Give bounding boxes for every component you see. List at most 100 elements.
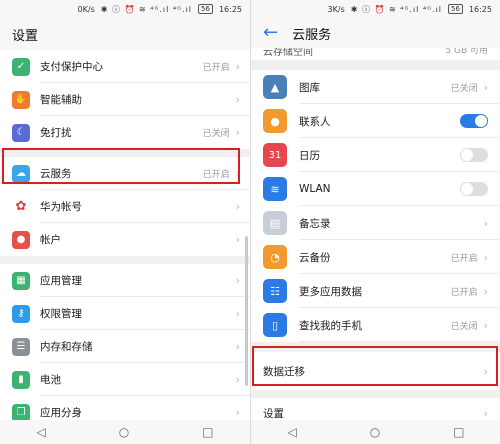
notes-icon: ▤ bbox=[263, 211, 287, 235]
hand-icon: ✋ bbox=[12, 90, 30, 109]
settings-item-huawei-id[interactable]: ✿ 华为帐号 › bbox=[0, 190, 250, 223]
chevron-right-icon: › bbox=[483, 250, 488, 264]
settings-item-smart-assist[interactable]: ✋ 智能辅助 › bbox=[0, 83, 250, 116]
nav-recent-icon[interactable]: □ bbox=[202, 425, 213, 439]
status-icons: ✱ ⓘ ⏰ ≋ ⁴ᴳ.ıl ⁴ᴳ.ıl bbox=[350, 4, 443, 14]
settings-item-label: 智能辅助 bbox=[40, 94, 82, 106]
page-title-bar: ← 云服务 bbox=[251, 18, 500, 48]
cloud-storage-value: 5 GB 可用 bbox=[445, 48, 488, 56]
nav-back-icon[interactable]: ◁ bbox=[287, 425, 296, 439]
contacts-toggle[interactable] bbox=[460, 114, 488, 128]
apps-grid-icon: ▦ bbox=[12, 271, 30, 290]
network-speed: 3K/s bbox=[327, 4, 345, 14]
cloud-sync-list: ▲ 图库 已关闭 › ● 联系人 31 日历 ≋ WLAN ▤ 备忘录 › ◔ … bbox=[251, 70, 500, 342]
settings-item-label: 应用分身 bbox=[40, 407, 82, 419]
calendar-toggle[interactable] bbox=[460, 148, 488, 162]
chevron-right-icon: › bbox=[235, 274, 240, 287]
sync-item-contacts[interactable]: ● 联系人 bbox=[251, 104, 500, 138]
sync-item-label: 日历 bbox=[299, 149, 320, 162]
sync-item-gallery[interactable]: ▲ 图库 已关闭 › bbox=[251, 70, 500, 104]
settings-item-label: 权限管理 bbox=[40, 308, 82, 320]
section-divider bbox=[251, 390, 500, 398]
sync-item-label: 图库 bbox=[299, 81, 320, 94]
nav-back-icon[interactable]: ◁ bbox=[36, 425, 45, 439]
network-speed: 0K/s bbox=[77, 4, 95, 14]
settings-group-1: ✓ 支付保护中心 已开启 › ✋ 智能辅助 › ☾ 免打扰 已关闭 › bbox=[0, 50, 250, 149]
settings-item-battery[interactable]: ▮ 电池 › bbox=[0, 363, 250, 396]
sync-item-calendar[interactable]: 31 日历 bbox=[251, 138, 500, 172]
cloud-storage-row[interactable]: 云存储空间 5 GB 可用 bbox=[251, 48, 500, 60]
sync-item-label: 联系人 bbox=[299, 115, 331, 128]
app-twin-icon: ❐ bbox=[12, 403, 30, 422]
nav-home-icon[interactable]: ○ bbox=[370, 425, 380, 439]
page-title: 设置 bbox=[12, 28, 39, 44]
section-divider bbox=[0, 256, 250, 264]
settings-item-memory-storage[interactable]: ☰ 内存和存储 › bbox=[0, 330, 250, 363]
navigation-bar: ◁ ○ □ bbox=[0, 420, 250, 444]
wlan-toggle[interactable] bbox=[460, 182, 488, 196]
settings-item-label: 内存和存储 bbox=[40, 341, 93, 353]
clock: 16:25 bbox=[468, 4, 492, 14]
storage-icon: ☰ bbox=[12, 337, 30, 356]
settings-item-label: 免打扰 bbox=[40, 127, 72, 139]
sync-item-find-my-phone[interactable]: ▯ 查找我的手机 已关闭 › bbox=[251, 308, 500, 342]
sync-item-label: WLAN bbox=[299, 183, 331, 195]
settings-item-label: 支付保护中心 bbox=[40, 61, 103, 73]
chevron-right-icon: › bbox=[235, 406, 240, 419]
sync-item-label: 云备份 bbox=[299, 251, 331, 264]
settings-item-payment-protection[interactable]: ✓ 支付保护中心 已开启 › bbox=[0, 50, 250, 83]
settings-item-do-not-disturb[interactable]: ☾ 免打扰 已关闭 › bbox=[0, 116, 250, 149]
wifi-icon: ≋ bbox=[263, 177, 287, 201]
chevron-right-icon: › bbox=[483, 318, 488, 332]
chevron-right-icon: › bbox=[235, 60, 240, 73]
settings-item-label: 华为帐号 bbox=[40, 201, 82, 213]
chevron-right-icon: › bbox=[483, 406, 488, 420]
settings-item-accounts[interactable]: ● 帐户 › bbox=[0, 223, 250, 256]
chevron-right-icon: › bbox=[235, 93, 240, 106]
chevron-right-icon: › bbox=[235, 340, 240, 353]
sync-item-more-app-data[interactable]: ☷ 更多应用数据 已开启 › bbox=[251, 274, 500, 308]
chevron-right-icon: › bbox=[235, 126, 240, 139]
find-phone-icon: ▯ bbox=[263, 313, 287, 337]
settings-item-app-management[interactable]: ▦ 应用管理 › bbox=[0, 264, 250, 297]
sync-item-status: 已开启 bbox=[450, 253, 478, 264]
cloud-backup-icon: ◔ bbox=[263, 245, 287, 269]
status-bar: 3K/s ✱ ⓘ ⏰ ≋ ⁴ᴳ.ıl ⁴ᴳ.ıl 56 16:25 bbox=[251, 0, 500, 18]
moon-icon: ☾ bbox=[12, 123, 30, 142]
sync-item-notes[interactable]: ▤ 备忘录 › bbox=[251, 206, 500, 240]
sync-item-status: 已开启 bbox=[450, 287, 478, 298]
key-icon: ⚷ bbox=[12, 304, 30, 323]
user-account-icon: ● bbox=[12, 230, 30, 249]
cloud-service-screen: 3K/s ✱ ⓘ ⏰ ≋ ⁴ᴳ.ıl ⁴ᴳ.ıl 56 16:25 ← 云服务 … bbox=[250, 0, 500, 444]
sync-item-status: 已关闭 bbox=[450, 321, 478, 332]
back-arrow-icon[interactable]: ← bbox=[263, 24, 278, 42]
sync-item-cloud-backup[interactable]: ◔ 云备份 已开启 › bbox=[251, 240, 500, 274]
contacts-icon: ● bbox=[263, 109, 287, 133]
battery-icon: ▮ bbox=[12, 370, 30, 389]
settings-item-status: 已开启 bbox=[202, 63, 230, 73]
battery-level: 56 bbox=[448, 4, 463, 14]
settings-item-label: 电池 bbox=[40, 374, 61, 386]
calendar-icon: 31 bbox=[263, 143, 287, 167]
settings-item-label: 帐户 bbox=[40, 234, 61, 246]
payment-shield-icon: ✓ bbox=[12, 57, 30, 76]
chevron-right-icon: › bbox=[235, 373, 240, 386]
page-title: 云服务 bbox=[292, 27, 332, 43]
highlight-box-data-migration bbox=[252, 346, 498, 386]
sync-item-label: 更多应用数据 bbox=[299, 285, 362, 298]
settings-item-label: 应用管理 bbox=[40, 275, 82, 287]
battery-level: 56 bbox=[198, 4, 213, 14]
navigation-bar: ◁ ○ □ bbox=[251, 420, 500, 444]
nav-recent-icon[interactable]: □ bbox=[453, 425, 464, 439]
clock: 16:25 bbox=[218, 4, 242, 14]
scrollbar[interactable] bbox=[245, 236, 248, 386]
sync-item-wlan[interactable]: ≋ WLAN bbox=[251, 172, 500, 206]
more-app-data-icon: ☷ bbox=[263, 279, 287, 303]
status-bar: 0K/s ✱ ⓘ ⏰ ≋ ⁴ᴳ.ıl ⁴ᴳ.ıl 56 16:25 bbox=[0, 0, 250, 18]
nav-home-icon[interactable]: ○ bbox=[119, 425, 129, 439]
huawei-logo-icon: ✿ bbox=[12, 197, 30, 216]
status-icons: ✱ ⓘ ⏰ ≋ ⁴ᴳ.ıl ⁴ᴳ.ıl bbox=[100, 4, 193, 14]
settings-item-permissions[interactable]: ⚷ 权限管理 › bbox=[0, 297, 250, 330]
chevron-right-icon: › bbox=[235, 233, 240, 246]
sync-item-label: 查找我的手机 bbox=[299, 319, 362, 332]
